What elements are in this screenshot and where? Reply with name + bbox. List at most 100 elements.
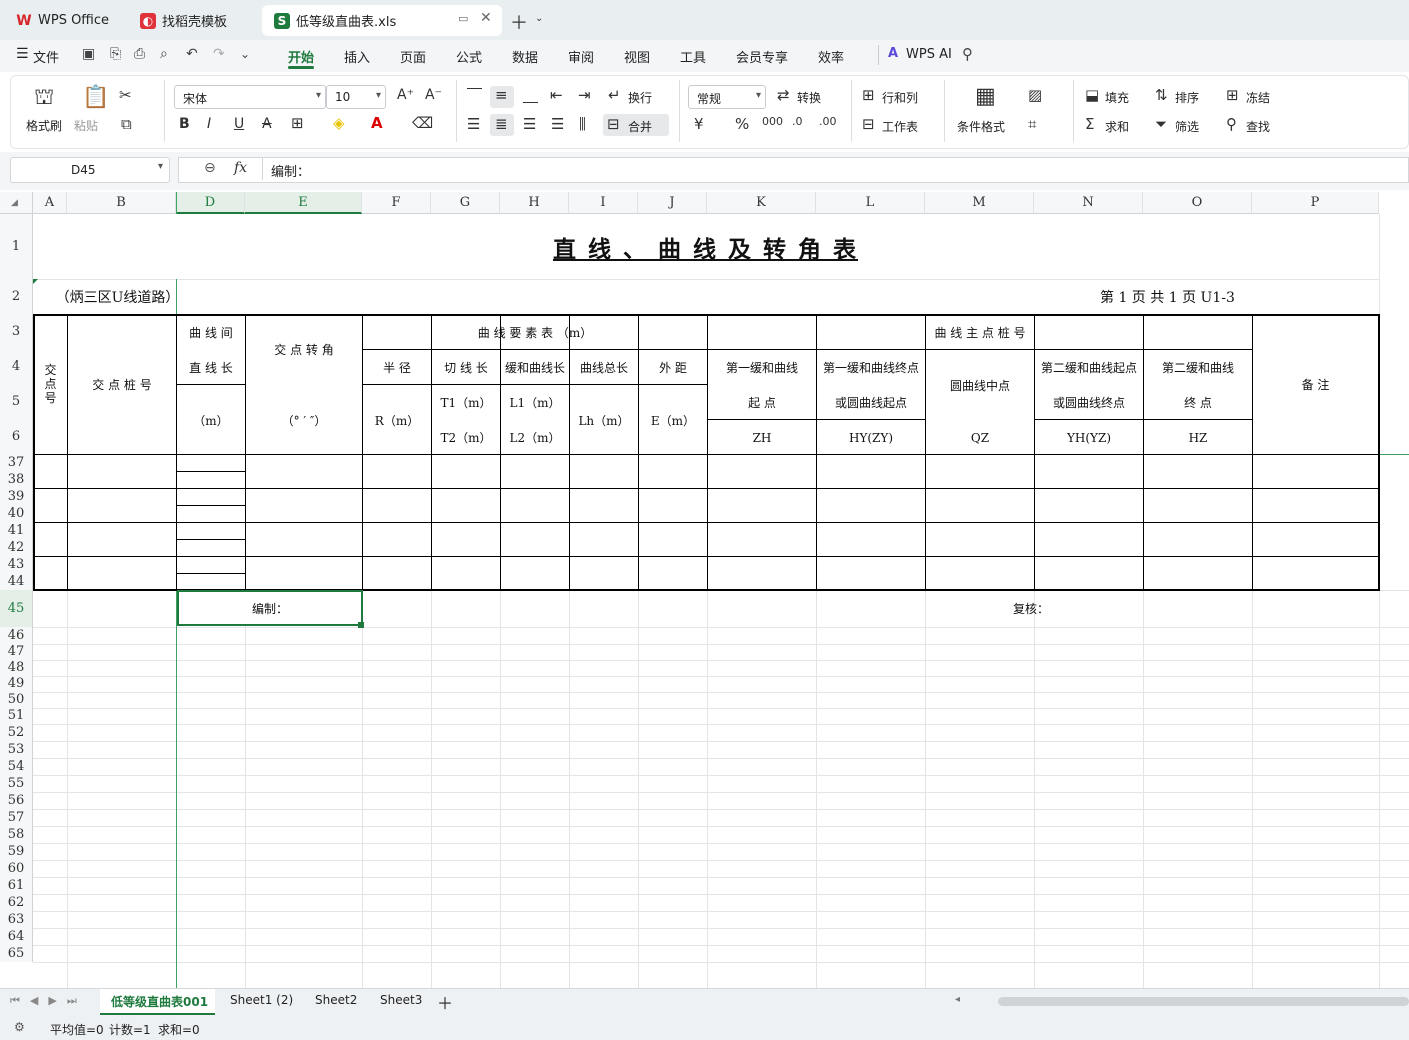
row-col-label[interactable]: 行和列 <box>882 89 918 106</box>
wrap-text-icon[interactable]: ↵ <box>608 86 621 104</box>
row-header-43[interactable]: 43 <box>0 556 33 573</box>
worksheet-label[interactable]: 工作表 <box>882 118 918 135</box>
row-header-45[interactable]: 45 <box>0 590 33 627</box>
justify-icon[interactable]: ☰ <box>551 115 564 133</box>
close-icon[interactable]: ✕ <box>480 10 492 26</box>
column-header-L[interactable]: L <box>816 192 925 214</box>
increase-font-icon[interactable]: A⁺ <box>397 87 414 103</box>
fill-color-icon[interactable]: ◈ <box>333 114 345 132</box>
menu-insert[interactable]: 插入 <box>344 47 370 66</box>
column-header-F[interactable]: F <box>362 192 431 214</box>
menu-data[interactable]: 数据 <box>512 47 538 66</box>
column-header-J[interactable]: J <box>638 192 707 214</box>
formula-input[interactable] <box>178 157 1409 183</box>
convert-icon[interactable]: ⇄ <box>777 86 790 104</box>
percent-icon[interactable]: % <box>735 115 749 133</box>
sheet-tab-3[interactable]: Sheet3 <box>380 993 422 1007</box>
cut-icon[interactable]: ✂ <box>119 86 132 104</box>
freeze-label[interactable]: 冻结 <box>1246 89 1270 106</box>
filter-label[interactable]: 筛选 <box>1175 118 1199 135</box>
name-box[interactable]: D45 ▾ <box>10 157 170 183</box>
row-header-58[interactable]: 58 <box>0 826 33 843</box>
freeze-icon[interactable]: ⊞ <box>1226 86 1239 104</box>
print-icon[interactable]: ⎙ <box>134 46 145 62</box>
thousands-icon[interactable]: 000 <box>762 115 783 128</box>
row-header-57[interactable]: 57 <box>0 809 33 826</box>
horizontal-scrollbar[interactable] <box>998 997 1409 1006</box>
row-header-42[interactable]: 42 <box>0 539 33 556</box>
column-header-E[interactable]: E <box>245 192 362 214</box>
sum-label[interactable]: 求和 <box>1105 118 1129 135</box>
column-header-O[interactable]: O <box>1143 192 1252 214</box>
sum-icon[interactable]: Σ <box>1085 115 1094 133</box>
merge-icon[interactable]: ⊟ <box>607 115 620 133</box>
row-header-37[interactable]: 37 <box>0 454 33 471</box>
cell-border-icon[interactable]: ⌗ <box>1028 115 1036 133</box>
column-header-A[interactable]: A <box>33 192 67 214</box>
save-icon[interactable]: ▣ <box>82 46 95 62</box>
fill-icon[interactable]: ⬓ <box>1085 86 1099 104</box>
column-header-M[interactable]: M <box>925 192 1034 214</box>
conditional-format-label[interactable]: 条件格式 <box>957 118 1005 135</box>
fill-label[interactable]: 填充 <box>1105 89 1129 106</box>
row-header-3[interactable]: 3 <box>0 314 33 349</box>
row-header-38[interactable]: 38 <box>0 471 33 488</box>
strikethrough-icon[interactable]: A <box>262 116 272 132</box>
row-header-63[interactable]: 63 <box>0 911 33 928</box>
zoom-icon[interactable]: ⊖ <box>204 160 216 176</box>
add-sheet-icon[interactable]: ＋ <box>437 990 453 1014</box>
hamburger-icon[interactable]: ☰ <box>16 46 29 62</box>
row-header-52[interactable]: 52 <box>0 724 33 741</box>
copy-icon[interactable]: ⧉ <box>121 115 132 133</box>
column-header-B[interactable]: B <box>67 192 176 214</box>
paste-label[interactable]: 粘贴 <box>74 117 98 134</box>
row-header-65[interactable]: 65 <box>0 945 33 962</box>
increase-decimal-icon[interactable]: .0 <box>792 115 803 128</box>
wrap-text-label[interactable]: 换行 <box>628 89 652 106</box>
row-header-56[interactable]: 56 <box>0 792 33 809</box>
print-preview-icon[interactable]: ⌕ <box>160 46 168 62</box>
conditional-format-icon[interactable]: ▦ <box>975 84 996 109</box>
row-header-51[interactable]: 51 <box>0 708 33 724</box>
clear-format-icon[interactable]: ⌫ <box>412 114 433 132</box>
row-header-46[interactable]: 46 <box>0 627 33 644</box>
column-header-K[interactable]: K <box>707 192 816 214</box>
row-header-47[interactable]: 47 <box>0 644 33 660</box>
align-right-icon[interactable]: ☰ <box>523 115 536 133</box>
row-header-53[interactable]: 53 <box>0 741 33 758</box>
more-chevron-icon[interactable]: ⌄ <box>240 47 250 61</box>
format-painter-icon[interactable]: ⛫ <box>34 85 54 113</box>
italic-icon[interactable]: I <box>207 116 211 132</box>
window-icon[interactable]: ▭ <box>458 12 468 25</box>
sheet-nav-icons[interactable]: ⏮◀▶⏭ <box>10 994 87 1008</box>
row-header-39[interactable]: 39 <box>0 488 33 505</box>
row-header-49[interactable]: 49 <box>0 676 33 692</box>
row-header-4[interactable]: 4 <box>0 349 33 384</box>
row-col-icon[interactable]: ⊞ <box>862 86 875 104</box>
menu-wps-ai[interactable]: WPS AI <box>906 47 952 62</box>
bold-icon[interactable]: B <box>179 116 190 132</box>
paste-icon[interactable]: 📋 <box>82 85 109 110</box>
row-header-1[interactable]: 1 <box>0 214 33 279</box>
distributed-icon[interactable]: ⫼ <box>579 115 586 133</box>
sort-label[interactable]: 排序 <box>1175 89 1199 106</box>
redo-icon[interactable]: ↷ <box>213 46 225 62</box>
increase-indent-icon[interactable]: ⇥ <box>578 86 591 104</box>
convert-label[interactable]: 转换 <box>797 89 821 106</box>
menu-home[interactable]: 开始 <box>288 47 314 66</box>
menu-view[interactable]: 视图 <box>624 47 650 66</box>
undo-icon[interactable]: ↶ <box>186 46 198 62</box>
tab-docer[interactable]: ◐ 找稻壳模板 <box>128 5 256 36</box>
row-header-41[interactable]: 41 <box>0 522 33 539</box>
menu-formula[interactable]: 公式 <box>456 47 482 66</box>
font-name-select[interactable]: 宋体 ▾ <box>174 85 326 109</box>
row-header-54[interactable]: 54 <box>0 758 33 775</box>
row-header-2[interactable]: 2 <box>0 279 33 314</box>
currency-icon[interactable]: ¥ <box>694 115 704 133</box>
tab-wps-office[interactable]: W WPS Office <box>4 5 120 36</box>
find-icon[interactable]: ⚲ <box>1226 115 1237 133</box>
chevron-down-icon[interactable]: ⌄ <box>535 13 543 24</box>
row-header-61[interactable]: 61 <box>0 877 33 894</box>
filter-icon[interactable]: ⏷ <box>1155 115 1167 133</box>
merge-label[interactable]: 合并 <box>628 118 652 135</box>
